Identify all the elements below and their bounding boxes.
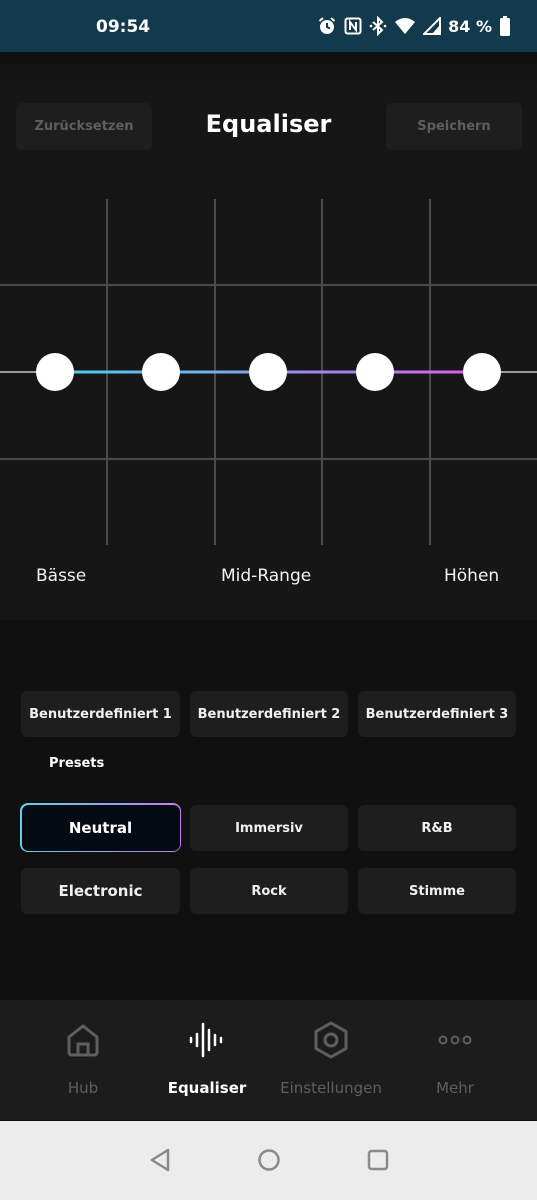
home-circle-icon[interactable] <box>257 1147 281 1177</box>
eq-handle-3[interactable] <box>249 353 287 391</box>
preset-neutral[interactable]: Neutral <box>20 803 181 852</box>
custom-preset-3[interactable]: Benutzerdefiniert 3 <box>358 691 516 737</box>
recents-icon[interactable] <box>366 1147 390 1177</box>
nav-label-einstellungen: Einstellungen <box>280 1079 382 1097</box>
nav-label-hub: Hub <box>67 1079 99 1097</box>
nav-label-mehr: Mehr <box>436 1079 474 1097</box>
more-icon <box>435 1020 475 1064</box>
wifi-icon <box>394 17 416 35</box>
band-label-treble: Höhen <box>444 566 500 586</box>
eq-handle-2[interactable] <box>142 353 180 391</box>
header-background <box>0 52 537 92</box>
battery-icon <box>499 16 511 36</box>
status-bar: 09:54 84 % <box>0 0 537 52</box>
bluetooth-icon <box>369 16 387 36</box>
nav-mehr[interactable]: Mehr <box>388 1000 522 1120</box>
preset-electronic[interactable]: Electronic <box>21 868 180 914</box>
settings-icon <box>311 1020 351 1064</box>
nav-equaliser[interactable]: Equaliser <box>140 1000 274 1120</box>
equalizer-graph[interactable] <box>0 195 537 555</box>
alarm-icon <box>317 16 337 36</box>
system-nav-bar <box>0 1121 537 1200</box>
custom-preset-2[interactable]: Benutzerdefiniert 2 <box>190 691 348 737</box>
preset-stimme[interactable]: Stimme <box>358 868 516 914</box>
preset-rnb[interactable]: R&B <box>358 805 516 851</box>
preset-neutral-label: Neutral <box>21 804 180 851</box>
custom-preset-1[interactable]: Benutzerdefiniert 1 <box>21 691 180 737</box>
eq-handle-5[interactable] <box>463 353 501 391</box>
nfc-icon <box>344 17 362 35</box>
preset-immersiv[interactable]: Immersiv <box>190 805 348 851</box>
presets-heading: Presets <box>49 756 105 771</box>
nav-label-equaliser: Equaliser <box>167 1079 247 1097</box>
save-button[interactable]: Speichern <box>386 103 522 150</box>
bottom-nav: Hub Equaliser Einstellungen Mehr <box>0 1000 537 1120</box>
band-label-mid: Mid-Range <box>221 566 312 586</box>
eq-handle-1[interactable] <box>36 353 74 391</box>
eq-handle-4[interactable] <box>356 353 394 391</box>
status-icons: 84 % <box>317 14 511 38</box>
battery-percent: 84 % <box>448 16 492 36</box>
signal-icon <box>423 17 442 35</box>
nav-hub[interactable]: Hub <box>16 1000 150 1120</box>
preset-rock[interactable]: Rock <box>190 868 348 914</box>
nav-einstellungen[interactable]: Einstellungen <box>264 1000 398 1120</box>
equalizer-icon <box>187 1020 227 1064</box>
home-icon <box>63 1020 103 1064</box>
back-icon[interactable] <box>148 1147 172 1177</box>
status-time: 09:54 <box>96 17 151 37</box>
band-label-bass: Bässe <box>36 566 87 586</box>
